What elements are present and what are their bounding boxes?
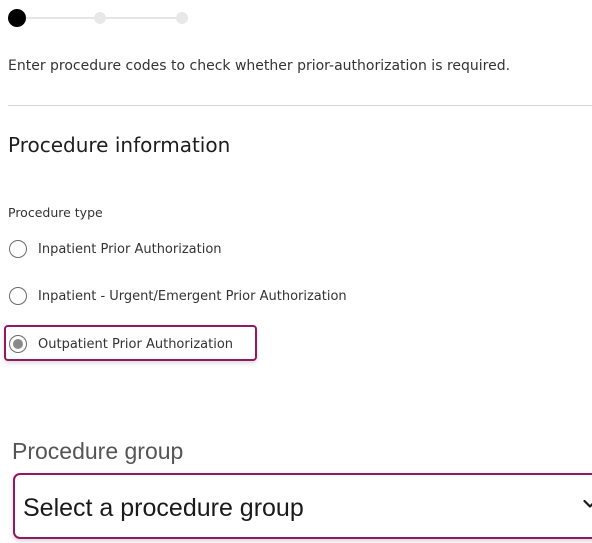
chevron-down-icon xyxy=(583,499,592,508)
radio-inpatient-urgent-emergent-prior-authorization[interactable]: Inpatient - Urgent/Emergent Prior Author… xyxy=(9,285,347,307)
radio-label: Outpatient Prior Authorization xyxy=(38,336,234,352)
radio-inpatient-prior-authorization[interactable]: Inpatient Prior Authorization xyxy=(9,238,222,260)
radio-button-checked[interactable] xyxy=(9,335,27,353)
procedure-group-label: Procedure group xyxy=(12,438,184,464)
procedure-type-label: Procedure type xyxy=(8,205,103,220)
progress-stepper xyxy=(8,8,192,28)
step-3-indicator xyxy=(176,12,188,24)
intro-text: Enter procedure codes to check whether p… xyxy=(8,58,511,74)
procedure-group-selected-value: Select a procedure group xyxy=(23,494,304,522)
radio-outpatient-prior-authorization[interactable]: Outpatient Prior Authorization xyxy=(9,333,233,355)
section-divider xyxy=(8,105,592,106)
radio-label: Inpatient Prior Authorization xyxy=(38,241,222,257)
section-title: Procedure information xyxy=(8,133,231,157)
radio-button[interactable] xyxy=(9,240,27,258)
step-1-indicator xyxy=(8,9,26,27)
step-2-indicator xyxy=(94,12,106,24)
procedure-group-select[interactable]: Select a procedure group xyxy=(13,473,592,539)
radio-label: Inpatient - Urgent/Emergent Prior Author… xyxy=(38,288,347,304)
radio-button[interactable] xyxy=(9,287,27,305)
